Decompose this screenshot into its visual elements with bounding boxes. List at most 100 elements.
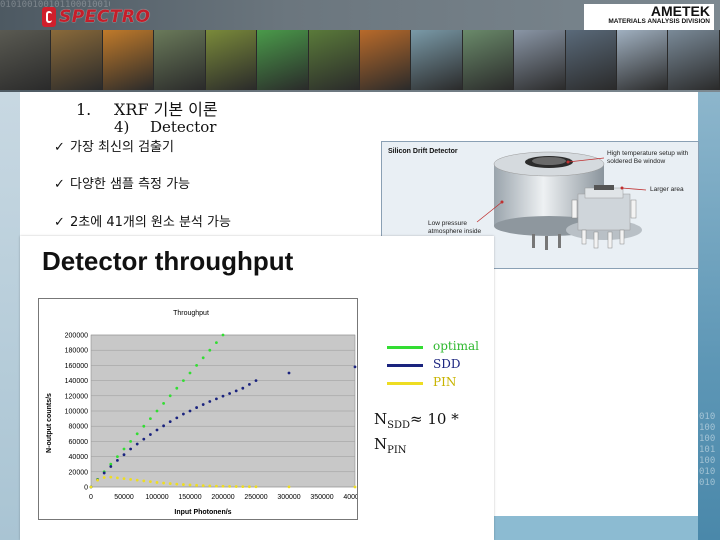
header-banner: 010100100101100010010 SPECTRO AMETEK MAT… <box>0 0 720 92</box>
data-point-pin <box>182 483 185 486</box>
header-photo-tile <box>0 30 52 90</box>
data-point-optimal <box>155 409 159 413</box>
high-temp-label: High temperature setup with soldered Be … <box>607 150 689 165</box>
section-title: 1. XRF 기본 이론 <box>76 96 218 120</box>
data-point-sdd <box>116 459 119 462</box>
subsection-number: 4) <box>114 118 130 136</box>
data-point-sdd <box>109 465 113 468</box>
data-point-pin <box>234 485 238 488</box>
y-tick-label: 80000 <box>69 424 89 431</box>
data-point-pin <box>254 485 258 489</box>
data-point-optimal <box>149 417 152 420</box>
ametek-logo-text: AMETEK <box>650 3 710 19</box>
spectro-logo-text: SPECTRO <box>59 7 151 27</box>
x-tick-label: 200000 <box>211 494 234 501</box>
y-tick-label: 160000 <box>65 363 88 370</box>
x-tick-label: 300000 <box>277 494 300 501</box>
header-photo-tile <box>102 30 155 90</box>
header-photo-tile <box>617 30 669 90</box>
x-tick-label: 0 <box>89 494 93 501</box>
data-point-pin <box>122 477 126 481</box>
data-point-optimal <box>188 371 192 375</box>
section-title-text: XRF 기본 이론 <box>114 100 218 119</box>
header-photo-tile <box>51 30 103 90</box>
bullet-text: 다양한 샘플 측정 가능 <box>70 177 191 192</box>
y-tick-label: 0 <box>84 485 88 492</box>
data-point-optimal <box>116 455 119 458</box>
data-point-pin <box>89 485 93 489</box>
throughput-slide: Detector throughput Throughput Input Pho… <box>20 236 494 540</box>
data-point-optimal <box>122 447 126 451</box>
data-point-pin <box>142 479 146 483</box>
data-point-pin <box>208 484 212 488</box>
data-point-sdd <box>353 365 357 369</box>
data-point-pin <box>175 482 179 486</box>
data-point-sdd <box>248 383 251 386</box>
data-point-pin <box>168 482 172 485</box>
data-point-pin <box>195 483 199 487</box>
data-point-sdd <box>234 389 238 393</box>
x-tick-label: 100000 <box>145 494 168 501</box>
legend-swatch-optimal <box>387 346 423 349</box>
be-window-inner <box>532 157 566 165</box>
y-tick-label: 20000 <box>69 469 89 476</box>
data-point-sdd <box>241 386 245 390</box>
larger-area-label: Larger area <box>650 186 684 193</box>
data-point-sdd <box>182 412 185 416</box>
spectro-logo: SPECTRO <box>42 4 150 30</box>
header-photo-tile <box>462 30 515 90</box>
subsection-title-text: Detector <box>150 118 217 136</box>
x-tick-label: 350000 <box>310 494 333 501</box>
bullet-text: 가장 최신의 검출기 <box>70 140 174 155</box>
x-axis-label: Input Photonen/s <box>174 509 231 516</box>
y-tick-label: 200000 <box>65 333 88 340</box>
data-point-optimal <box>215 341 218 344</box>
sdd-pin-ratio-formula: NSDD≈ 10 * NPIN <box>374 410 459 460</box>
data-point-pin <box>155 481 159 484</box>
subsection-title: 4) Detector <box>114 118 216 136</box>
data-point-pin <box>109 475 113 479</box>
data-point-optimal <box>175 386 179 390</box>
checkmark-icon: ✓ <box>54 140 65 155</box>
data-point-sdd <box>168 420 172 424</box>
data-point-sdd <box>287 371 291 375</box>
data-point-sdd <box>155 428 159 432</box>
detector2-body <box>577 193 631 231</box>
throughput-slide-title: Detector throughput <box>42 246 294 276</box>
ametek-division-text: MATERIALS ANALYSIS DIVISION <box>608 18 710 25</box>
data-point-sdd <box>149 433 152 436</box>
y-tick-label: 60000 <box>69 439 89 446</box>
formula-n-sdd: N <box>374 410 388 428</box>
data-point-sdd <box>208 400 212 403</box>
data-point-sdd <box>142 437 146 441</box>
data-point-optimal <box>221 333 225 337</box>
section-number: 1. <box>76 100 92 119</box>
right-decoration: 010100100101100010010 <box>698 92 720 540</box>
data-point-sdd <box>228 392 232 395</box>
legend-swatch-pin <box>387 382 423 385</box>
y-axis-label: N-output counts/s <box>46 393 53 453</box>
throughput-chart: Throughput Input Photonen/s N-output cou… <box>46 310 367 516</box>
data-point-optimal <box>208 348 212 352</box>
data-point-pin <box>135 478 139 482</box>
spectro-logo-icon <box>42 7 56 27</box>
data-point-pin <box>228 484 232 488</box>
x-tick-label: 400000 <box>343 494 357 501</box>
data-point-optimal <box>135 432 139 436</box>
header-photo-tile <box>514 30 566 90</box>
header-photo-tile <box>257 30 309 90</box>
data-point-pin <box>96 478 99 482</box>
data-point-pin <box>129 478 132 481</box>
data-point-sdd <box>215 397 218 401</box>
bullet-item: ✓ 2초에 41개의 원소 분석 가능 <box>54 211 231 230</box>
x-tick-label: 150000 <box>178 494 201 501</box>
formula-n-pin: N <box>374 435 388 453</box>
header-photo-tile <box>308 30 360 90</box>
header-photo-tile <box>565 30 618 90</box>
data-point-pin <box>287 485 291 489</box>
throughput-chart-frame: Throughput Input Photonen/s N-output cou… <box>38 298 367 520</box>
data-point-optimal <box>195 364 199 367</box>
x-tick-label: 50000 <box>114 494 134 501</box>
bullet-item: ✓ 다양한 샘플 측정 가능 <box>54 173 190 192</box>
data-point-optimal <box>168 394 172 398</box>
